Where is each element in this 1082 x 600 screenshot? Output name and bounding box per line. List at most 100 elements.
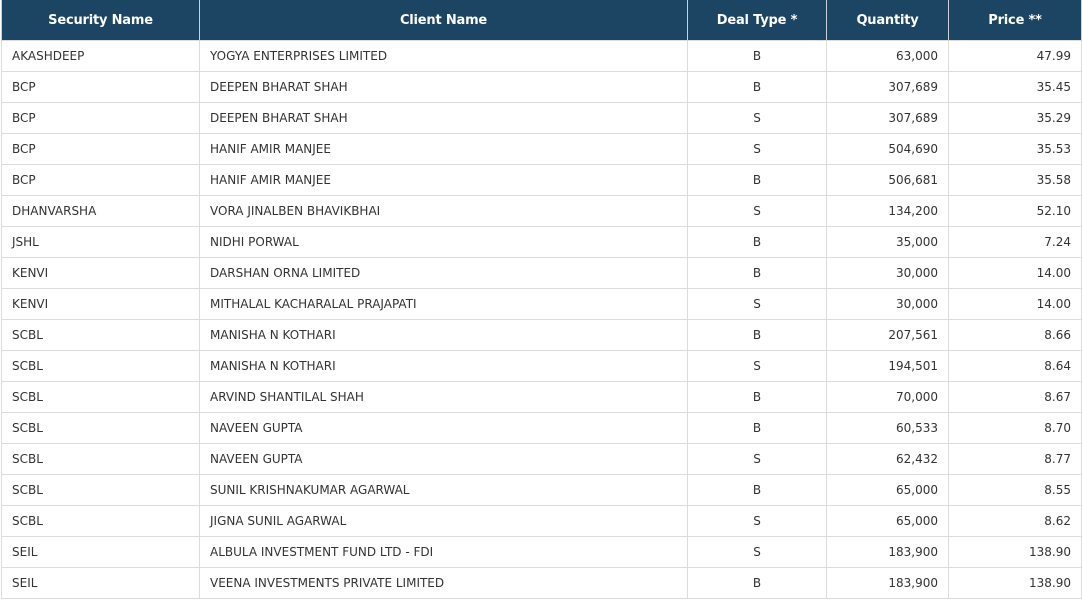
table-body: AKASHDEEP YOGYA ENTERPRISES LIMITED B 63,00… xyxy=(1,40,1082,599)
price-cell: 8.70 xyxy=(948,412,1082,444)
deal-type-cell: S xyxy=(687,505,827,537)
client-name-cell: VEENA INVESTMENTS PRIVATE LIMITED xyxy=(199,567,688,599)
quantity-cell: 506,681 xyxy=(826,164,949,196)
table-row: DHANVARSHA VORA JINALBEN BHAVIKBHAI S 134,2… xyxy=(1,195,1082,227)
deal-type-cell: S xyxy=(687,536,827,568)
quantity-cell: 35,000 xyxy=(826,226,949,258)
quantity-cell: 30,000 xyxy=(826,257,949,289)
quantity-cell: 60,533 xyxy=(826,412,949,444)
security-name-cell: BCP xyxy=(1,71,200,103)
quantity-cell: 65,000 xyxy=(826,474,949,506)
price-cell: 8.66 xyxy=(948,319,1082,351)
quantity-cell: 194,501 xyxy=(826,350,949,382)
deal-type-cell: B xyxy=(687,474,827,506)
price-cell: 138.90 xyxy=(948,536,1082,568)
deal-type-cell: B xyxy=(687,164,827,196)
deal-type-cell: S xyxy=(687,133,827,165)
table-row: BCP DEEPEN BHARAT SHAH B 307,689 35.45 xyxy=(1,71,1082,103)
quantity-cell: 207,561 xyxy=(826,319,949,351)
client-name-cell: VORA JINALBEN BHAVIKBHAI xyxy=(199,195,688,227)
table-row: SEIL ALBULA INVESTMENT FUND LTD - FDI S 183… xyxy=(1,536,1082,568)
column-header-client-name[interactable]: Client Name xyxy=(199,0,688,41)
table-row: KENVI DARSHAN ORNA LIMITED B 30,000 14.00 xyxy=(1,257,1082,289)
table-row: SCBL ARVIND SHANTILAL SHAH B 70,000 8.67 xyxy=(1,381,1082,413)
client-name-cell: ALBULA INVESTMENT FUND LTD - FDI xyxy=(199,536,688,568)
table-row: SCBL NAVEEN GUPTA B 60,533 8.70 xyxy=(1,412,1082,444)
column-header-price[interactable]: Price ** xyxy=(948,0,1082,41)
client-name-cell: HANIF AMIR MANJEE xyxy=(199,133,688,165)
deal-type-cell: B xyxy=(687,257,827,289)
client-name-cell: JIGNA SUNIL AGARWAL xyxy=(199,505,688,537)
security-name-cell: BCP xyxy=(1,102,200,134)
client-name-cell: MANISHA N KOTHARI xyxy=(199,319,688,351)
quantity-cell: 134,200 xyxy=(826,195,949,227)
table-row: AKASHDEEP YOGYA ENTERPRISES LIMITED B 63,00… xyxy=(1,40,1082,72)
quantity-cell: 62,432 xyxy=(826,443,949,475)
client-name-cell: MANISHA N KOTHARI xyxy=(199,350,688,382)
price-cell: 8.64 xyxy=(948,350,1082,382)
security-name-cell: AKASHDEEP xyxy=(1,40,200,72)
client-name-cell: NAVEEN GUPTA xyxy=(199,443,688,475)
deal-type-cell: S xyxy=(687,102,827,134)
price-cell: 35.53 xyxy=(948,133,1082,165)
price-cell: 35.58 xyxy=(948,164,1082,196)
client-name-cell: MITHALAL KACHARALAL PRAJAPATI xyxy=(199,288,688,320)
security-name-cell: SCBL xyxy=(1,381,200,413)
price-cell: 8.62 xyxy=(948,505,1082,537)
deal-type-cell: B xyxy=(687,381,827,413)
table-row: JSHL NIDHI PORWAL B 35,000 7.24 xyxy=(1,226,1082,258)
deal-type-cell: S xyxy=(687,288,827,320)
column-header-security-name[interactable]: Security Name xyxy=(1,0,200,41)
security-name-cell: SEIL xyxy=(1,567,200,599)
deal-type-cell: S xyxy=(687,443,827,475)
deal-type-cell: B xyxy=(687,412,827,444)
deal-type-cell: B xyxy=(687,40,827,72)
security-name-cell: SEIL xyxy=(1,536,200,568)
quantity-cell: 307,689 xyxy=(826,102,949,134)
security-name-cell: BCP xyxy=(1,133,200,165)
table-row: SCBL MANISHA N KOTHARI S 194,501 8.64 xyxy=(1,350,1082,382)
quantity-cell: 183,900 xyxy=(826,567,949,599)
price-cell: 47.99 xyxy=(948,40,1082,72)
quantity-cell: 65,000 xyxy=(826,505,949,537)
security-name-cell: JSHL xyxy=(1,226,200,258)
client-name-cell: SUNIL KRISHNAKUMAR AGARWAL xyxy=(199,474,688,506)
table-row: BCP HANIF AMIR MANJEE B 506,681 35.58 xyxy=(1,164,1082,196)
security-name-cell: SCBL xyxy=(1,350,200,382)
client-name-cell: DEEPEN BHARAT SHAH xyxy=(199,71,688,103)
security-name-cell: SCBL xyxy=(1,443,200,475)
table-row: KENVI MITHALAL KACHARALAL PRAJAPATI S 30,00… xyxy=(1,288,1082,320)
client-name-cell: YOGYA ENTERPRISES LIMITED xyxy=(199,40,688,72)
security-name-cell: KENVI xyxy=(1,257,200,289)
deal-type-cell: B xyxy=(687,319,827,351)
quantity-cell: 307,689 xyxy=(826,71,949,103)
price-cell: 8.77 xyxy=(948,443,1082,475)
quantity-cell: 504,690 xyxy=(826,133,949,165)
security-name-cell: DHANVARSHA xyxy=(1,195,200,227)
table-row: BCP DEEPEN BHARAT SHAH S 307,689 35.29 xyxy=(1,102,1082,134)
price-cell: 14.00 xyxy=(948,288,1082,320)
price-cell: 14.00 xyxy=(948,257,1082,289)
table-row: SCBL SUNIL KRISHNAKUMAR AGARWAL B 65,000 8.5… xyxy=(1,474,1082,506)
price-cell: 8.55 xyxy=(948,474,1082,506)
table-row: SEIL VEENA INVESTMENTS PRIVATE LIMITED B 18… xyxy=(1,567,1082,599)
deal-type-cell: S xyxy=(687,195,827,227)
client-name-cell: ARVIND SHANTILAL SHAH xyxy=(199,381,688,413)
security-name-cell: KENVI xyxy=(1,288,200,320)
security-name-cell: SCBL xyxy=(1,474,200,506)
security-name-cell: BCP xyxy=(1,164,200,196)
deal-type-cell: B xyxy=(687,226,827,258)
price-cell: 35.29 xyxy=(948,102,1082,134)
deal-type-cell: B xyxy=(687,71,827,103)
table-header: Security Name Client Name Deal Type * Qu… xyxy=(1,0,1082,41)
deal-type-cell: B xyxy=(687,567,827,599)
client-name-cell: DARSHAN ORNA LIMITED xyxy=(199,257,688,289)
security-name-cell: SCBL xyxy=(1,412,200,444)
column-header-deal-type[interactable]: Deal Type * xyxy=(687,0,827,41)
client-name-cell: DEEPEN BHARAT SHAH xyxy=(199,102,688,134)
security-name-cell: SCBL xyxy=(1,319,200,351)
column-header-quantity[interactable]: Quantity xyxy=(826,0,949,41)
security-name-cell: SCBL xyxy=(1,505,200,537)
table-row: SCBL JIGNA SUNIL AGARWAL S 65,000 8.62 xyxy=(1,505,1082,537)
deal-type-cell: S xyxy=(687,350,827,382)
